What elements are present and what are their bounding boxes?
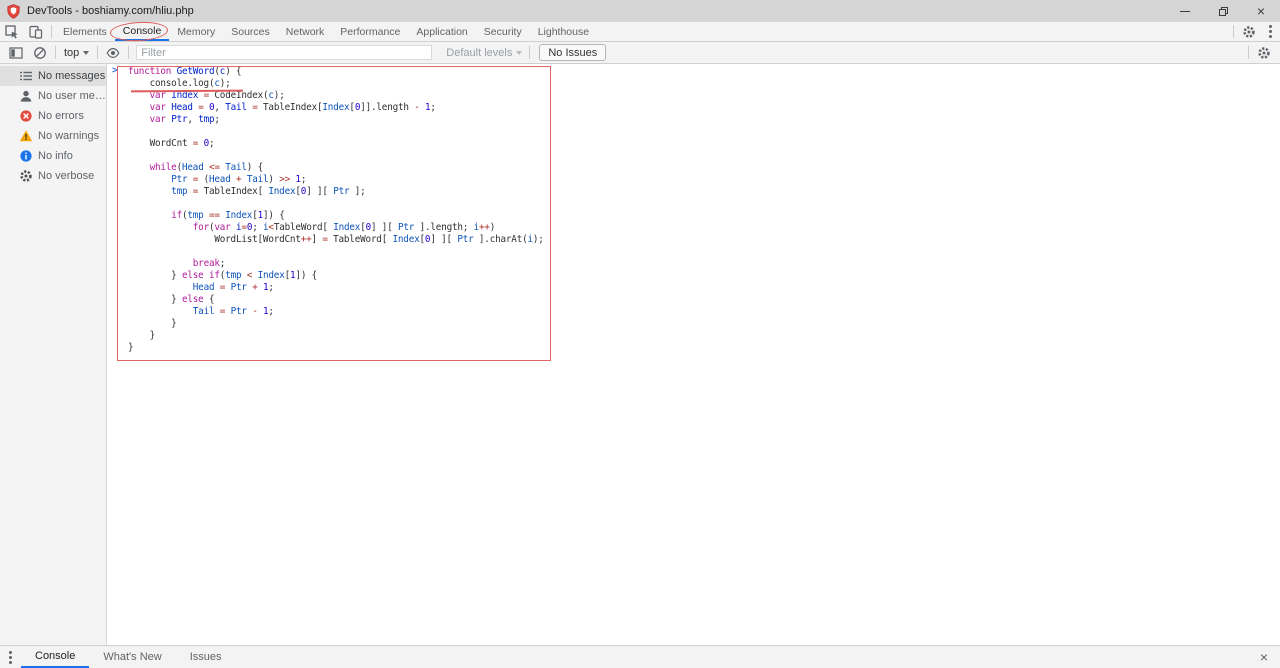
tab-network[interactable]: Network: [278, 22, 333, 41]
sidebar-item-verbose[interactable]: No verbose: [0, 166, 106, 186]
tab-application[interactable]: Application: [408, 22, 475, 41]
separator: [55, 46, 56, 59]
drawer-tab-bar: Console What's New Issues ×: [0, 645, 1280, 668]
separator: [529, 46, 530, 59]
main-menu-kebab-icon[interactable]: [1261, 22, 1280, 41]
minimize-button[interactable]: [1166, 0, 1204, 22]
device-toolbar-icon[interactable]: [24, 22, 48, 41]
console-toolbar: top Default levels No Issues: [0, 42, 1280, 64]
sidebar-item-errors[interactable]: No errors: [0, 106, 106, 126]
log-levels-dropdown[interactable]: Default levels: [442, 47, 526, 59]
separator: [1233, 25, 1234, 38]
issues-badge[interactable]: No Issues: [539, 44, 606, 61]
clear-console-icon[interactable]: [28, 46, 52, 60]
drawer-close-icon[interactable]: ×: [1260, 652, 1268, 662]
messages-list-icon: [19, 69, 33, 83]
settings-gear-icon[interactable]: [1237, 22, 1261, 41]
tab-sources[interactable]: Sources: [223, 22, 278, 41]
console-settings-gear-icon[interactable]: [1252, 46, 1276, 60]
console-sidebar: No messages No user me… No errors: [0, 64, 107, 645]
user-icon: [19, 89, 33, 103]
title-bar: DevTools - boshiamy.com/hliu.php ×: [0, 0, 1280, 22]
javascript-context-selector[interactable]: top: [59, 47, 94, 59]
sidebar-item-info[interactable]: No info: [0, 146, 106, 166]
tab-performance[interactable]: Performance: [332, 22, 408, 41]
drawer-tab-issues[interactable]: Issues: [176, 646, 236, 668]
separator: [51, 25, 52, 38]
app-shield-icon: [7, 4, 20, 19]
verbose-icon: [19, 169, 33, 183]
panel-tab-bar: Elements Console Memory Sources Network …: [0, 22, 1280, 42]
tab-memory[interactable]: Memory: [169, 22, 223, 41]
console-prompt-chevron: >: [112, 65, 118, 76]
console-code[interactable]: function GetWord(c) { console.log(c); va…: [128, 66, 544, 354]
close-button[interactable]: ×: [1242, 0, 1280, 22]
drawer-tab-whats-new[interactable]: What's New: [89, 646, 175, 668]
drawer-menu-kebab-icon[interactable]: [0, 646, 21, 668]
live-expression-eye-icon[interactable]: [101, 46, 125, 60]
info-icon: [19, 149, 33, 163]
inspect-element-icon[interactable]: [0, 22, 24, 41]
restore-button[interactable]: [1204, 0, 1242, 22]
chevron-down-icon: [516, 51, 522, 55]
tab-security[interactable]: Security: [476, 22, 530, 41]
separator: [1248, 46, 1249, 59]
sidebar-item-messages[interactable]: No messages: [0, 66, 106, 86]
chevron-down-icon: [83, 51, 89, 55]
console-sidebar-toggle-icon[interactable]: [4, 46, 28, 60]
error-icon: [19, 109, 33, 123]
devtools-window: DevTools - boshiamy.com/hliu.php × Eleme…: [0, 0, 1280, 668]
sidebar-item-user-messages[interactable]: No user me…: [0, 86, 106, 106]
console-message-area[interactable]: > function GetWord(c) { console.log(c); …: [107, 64, 1280, 645]
separator: [128, 46, 129, 59]
filter-input[interactable]: [136, 45, 432, 60]
tab-console[interactable]: Console: [115, 22, 170, 41]
sidebar-item-warnings[interactable]: No warnings: [0, 126, 106, 146]
tab-lighthouse[interactable]: Lighthouse: [530, 22, 597, 41]
warning-icon: [19, 129, 33, 143]
drawer-tab-console[interactable]: Console: [21, 646, 89, 668]
tab-elements[interactable]: Elements: [55, 22, 115, 41]
separator: [97, 46, 98, 59]
window-title: DevTools - boshiamy.com/hliu.php: [27, 5, 1166, 17]
